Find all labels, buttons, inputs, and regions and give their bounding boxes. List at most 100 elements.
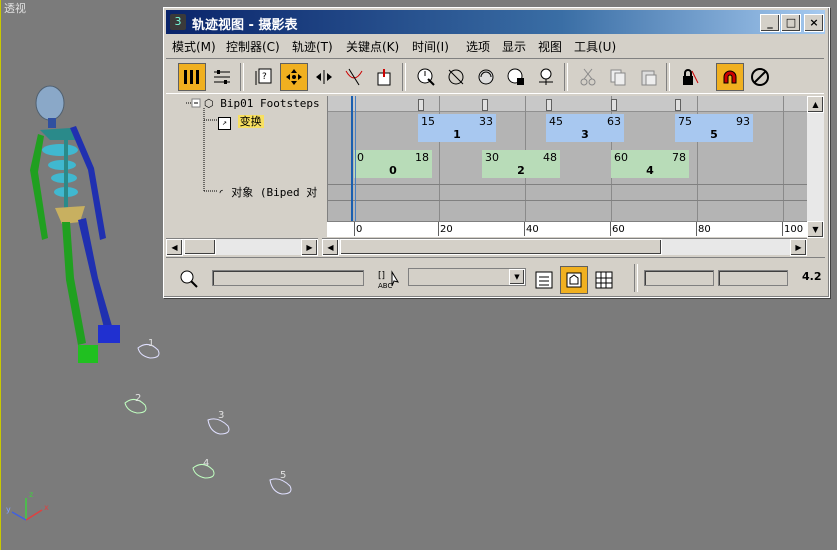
footstep-block-0[interactable]: 0 18 0 <box>354 150 432 178</box>
insert-keys-icon[interactable] <box>370 63 398 91</box>
grid-view-icon[interactable] <box>590 266 618 294</box>
track-horizontal-scrollbar[interactable]: ◀ ▶ <box>322 238 807 256</box>
scale-time-icon[interactable] <box>502 63 530 91</box>
edit-track-name-icon[interactable]: [] ABC <box>376 268 402 290</box>
menu-controller[interactable]: 控制器(C) <box>226 38 280 55</box>
footstep-block-1[interactable]: 15 33 1 <box>418 114 496 142</box>
copy-time-icon[interactable] <box>604 63 632 91</box>
menu-options[interactable]: 选项 <box>466 38 490 55</box>
menu-tracks[interactable]: 轨迹(T) <box>292 38 333 55</box>
lock-selection-icon[interactable] <box>676 63 704 91</box>
cut-time-icon[interactable] <box>574 63 602 91</box>
menu-view[interactable]: 视图 <box>538 38 562 55</box>
zoom-selected-object-icon[interactable] <box>560 266 588 294</box>
toolbar-separator <box>240 63 244 91</box>
menu-mode[interactable]: 模式(M) <box>172 38 216 55</box>
key-marker[interactable] <box>482 99 488 111</box>
status-bar: [] ABC ▼ 4.2 <box>166 257 825 296</box>
scroll-thumb[interactable] <box>184 239 216 255</box>
menu-bar: 模式(M) 控制器(C) 轨迹(T) 关键点(K) 时间(I) 选项 显示 视图… <box>166 36 825 54</box>
ruler-label: 20 <box>440 224 453 235</box>
scroll-left-icon[interactable]: ◀ <box>322 239 339 256</box>
svg-text:?: ? <box>262 72 267 82</box>
zoom-selected-icon[interactable] <box>178 268 200 288</box>
app-icon: 3 <box>170 14 186 30</box>
reverse-time-icon[interactable] <box>472 63 500 91</box>
scale-keys-icon[interactable] <box>340 63 368 91</box>
maximize-button[interactable]: □ <box>781 14 801 32</box>
ruler-label: 100 <box>784 224 804 235</box>
name-field[interactable] <box>212 270 364 286</box>
time-slider-line <box>355 96 356 236</box>
ruler-label: 80 <box>698 224 711 235</box>
insert-time-icon[interactable] <box>532 63 560 91</box>
tree-horizontal-scrollbar[interactable]: ◀ ▶ <box>166 238 318 256</box>
move-keys-icon[interactable] <box>280 63 308 91</box>
close-button[interactable]: × <box>804 14 824 32</box>
title-bar[interactable]: 3 轨迹视图 - 摄影表 _ □ × <box>166 10 825 34</box>
footstep-2-label: 2 <box>135 393 141 404</box>
tree-item-bip01-footsteps[interactable]: ⬡ Bip01 Footsteps <box>204 97 320 110</box>
snap-frames-icon[interactable] <box>716 63 744 91</box>
footstep-5 <box>269 478 292 495</box>
ruler-label: 40 <box>526 224 539 235</box>
show-keyable-icon[interactable] <box>746 63 774 91</box>
tree-item-label: Bip01 Footsteps <box>220 97 320 110</box>
scroll-right-icon[interactable]: ▶ <box>790 239 807 256</box>
footstep-1-label: 1 <box>148 338 154 349</box>
tree-item-label: 变换 <box>237 115 264 128</box>
svg-text:x: x <box>44 503 49 512</box>
object-icon: ◜ <box>218 186 225 199</box>
footstep-block-5[interactable]: 75 93 5 <box>675 114 753 142</box>
toolbar-separator <box>666 63 670 91</box>
paste-time-icon[interactable] <box>634 63 662 91</box>
footstep-block-4[interactable]: 60 78 4 <box>611 150 689 178</box>
key-marker[interactable] <box>675 99 681 111</box>
show-list-icon[interactable] <box>530 266 558 294</box>
footstep-5-label: 5 <box>280 470 286 481</box>
key-marker[interactable] <box>418 99 424 111</box>
select-time-icon[interactable] <box>412 63 440 91</box>
time-ruler[interactable]: 0 20 40 60 80 100 <box>327 221 807 237</box>
cube-icon: ⬡ <box>204 97 214 110</box>
vertical-scrollbar[interactable]: ▲ ▼ <box>807 96 824 238</box>
slide-keys-icon[interactable] <box>310 63 338 91</box>
tree-item-transform[interactable]: ↗ 变换 <box>218 113 264 130</box>
scroll-right-icon[interactable]: ▶ <box>301 239 318 256</box>
edit-keys-icon[interactable] <box>178 63 206 91</box>
menu-display[interactable]: 显示 <box>502 38 526 55</box>
scroll-left-icon[interactable]: ◀ <box>166 239 183 256</box>
toolbar-separator <box>402 63 406 91</box>
scroll-down-icon[interactable]: ▼ <box>807 221 824 238</box>
window-title: 轨迹视图 - 摄影表 <box>192 18 298 33</box>
key-marker[interactable] <box>611 99 617 111</box>
value-field[interactable] <box>718 270 788 286</box>
track-area[interactable]: 15 33 1 45 63 3 75 93 5 0 18 0 30 48 2 60 78 4 <box>327 96 808 236</box>
frame-field[interactable] <box>644 270 714 286</box>
menu-keys[interactable]: 关键点(K) <box>346 38 399 55</box>
tree-item-object[interactable]: ◜ 对象 (Biped 对 <box>218 184 317 200</box>
menu-time[interactable]: 时间(I) <box>412 38 449 55</box>
minimize-button[interactable]: _ <box>760 14 780 32</box>
menu-utilities[interactable]: 工具(U) <box>574 38 616 55</box>
track-view-window: 3 轨迹视图 - 摄影表 _ □ × 模式(M) 控制器(C) 轨迹(T) 关键… <box>163 7 830 298</box>
footstep-block-2[interactable]: 30 48 2 <box>482 150 560 178</box>
hierarchy-tree[interactable]: ⬡ Bip01 Footsteps ↗ 变换 ◜ 对象 (Biped 对 <box>166 96 320 236</box>
filters-icon[interactable]: ? <box>250 63 278 91</box>
svg-text:y: y <box>6 505 11 514</box>
scroll-up-icon[interactable]: ▲ <box>807 96 824 113</box>
delete-time-icon[interactable] <box>442 63 470 91</box>
filter-dropdown[interactable]: ▼ <box>408 268 526 286</box>
value-readout: 4.2 <box>802 270 822 283</box>
svg-text:z: z <box>29 490 33 499</box>
dropdown-arrow-icon[interactable]: ▼ <box>509 269 525 285</box>
key-marker[interactable] <box>546 99 552 111</box>
axis-gizmo: z x y <box>6 490 49 521</box>
edit-ranges-icon[interactable] <box>208 63 236 91</box>
footstep-3 <box>207 418 230 435</box>
footstep-block-3[interactable]: 45 63 3 <box>546 114 624 142</box>
svg-text:[]: [] <box>378 271 385 281</box>
toolbar: ? <box>166 58 824 94</box>
scroll-thumb[interactable] <box>340 239 662 255</box>
time-slider-line[interactable] <box>351 96 353 236</box>
